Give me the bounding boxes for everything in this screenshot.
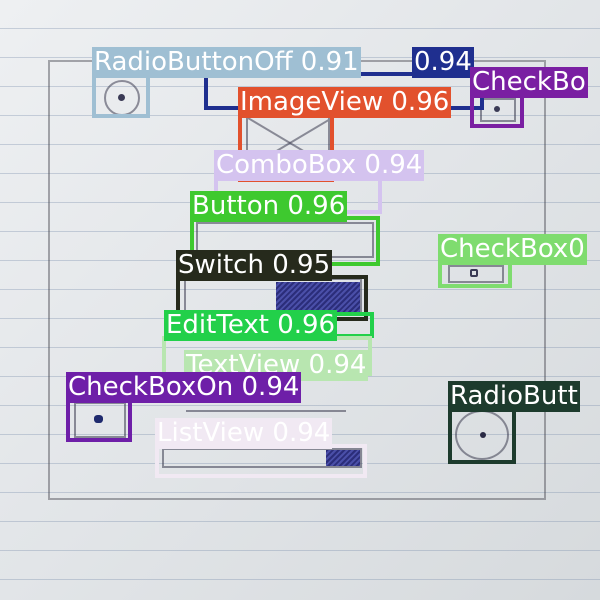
- detection-label-radiobutton-right: RadioButt: [448, 381, 580, 412]
- detection-label-navy: 0.94: [412, 47, 474, 78]
- detection-label-combobox: ComboBox 0.94: [214, 150, 425, 181]
- detection-label-checkbox-top-right: CheckBo: [470, 67, 588, 98]
- detection-label-switch: Switch 0.95: [176, 250, 333, 281]
- detection-label-imageview: ImageView 0.96: [238, 87, 452, 118]
- detection-box-radiobutton-right: [448, 406, 516, 464]
- detection-label-edittext: EditText 0.96: [164, 310, 338, 341]
- detection-label-checkbox-right: CheckBox0: [438, 234, 587, 265]
- detection-box-radiobuttonoff: [92, 72, 150, 118]
- detection-label-radiobuttonoff: RadioButtonOff 0.91: [92, 47, 361, 78]
- detection-box-listview: [155, 444, 367, 478]
- detection-label-checkboxon: CheckBoxOn 0.94: [66, 372, 302, 403]
- detection-label-listview: ListView 0.94: [155, 418, 333, 449]
- detection-label-button: Button 0.96: [190, 191, 348, 222]
